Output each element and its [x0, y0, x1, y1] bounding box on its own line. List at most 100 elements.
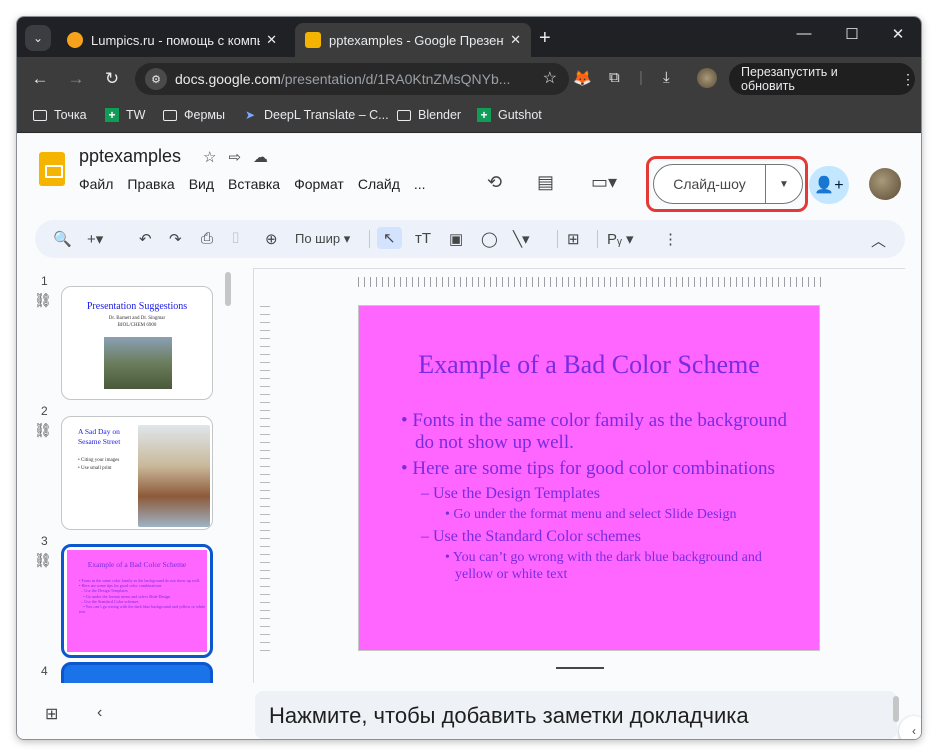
browser-toolbar: ← → ↻ ⚙ docs.google.com/presentation/d/1… [17, 57, 921, 101]
move-folder-icon[interactable]: ⇨ [228, 149, 241, 166]
comments-icon[interactable]: ▤ [537, 172, 554, 193]
new-tab-button[interactable]: + [539, 27, 551, 50]
menu-file[interactable]: Файл [79, 176, 113, 192]
maximize-button[interactable]: ☐ [837, 25, 867, 43]
comment-add-icon[interactable]: ⊞ [567, 230, 580, 248]
redo-icon[interactable]: ↷ [169, 230, 182, 248]
slides-logo-icon[interactable] [39, 152, 65, 186]
download-icon[interactable]: ⤓ [663, 69, 670, 86]
select-cursor-icon[interactable]: ↖ [377, 227, 402, 249]
current-slide[interactable]: Example of a Bad Color Scheme • Fonts in… [358, 305, 820, 651]
bookmark-blender[interactable]: Blender [397, 108, 461, 122]
thumb-title: A Sad Day on Sesame Street [78, 427, 121, 446]
site-info-icon[interactable]: ⚙ [145, 68, 167, 90]
tab-lumpics[interactable]: Lumpics.ru - помощь с компьют ✕ [57, 23, 287, 57]
divider [369, 230, 370, 248]
tab-search-button[interactable]: ⌄ [25, 25, 51, 51]
grid-view-icon[interactable]: ⊞ [45, 704, 58, 724]
chevron-down-icon[interactable]: ▼ [766, 179, 802, 190]
chevron-left-icon[interactable]: ‹ [97, 704, 102, 722]
notes-scrollbar[interactable] [893, 696, 899, 722]
profile-avatar[interactable] [697, 68, 717, 88]
slide-canvas: Example of a Bad Color Scheme • Fonts in… [253, 268, 905, 683]
new-slide-icon[interactable]: +▾ [87, 230, 103, 248]
extensions-icon[interactable]: ⧉ [609, 69, 620, 86]
back-icon[interactable]: ← [29, 69, 51, 89]
divider [597, 230, 598, 248]
slideshow-label[interactable]: Слайд-шоу [654, 165, 766, 203]
folder-icon [33, 109, 47, 121]
menu-more[interactable]: ... [414, 176, 426, 192]
avatar[interactable] [869, 168, 901, 200]
url-text[interactable]: docs.google.com/presentation/d/1RA0KtnZM… [175, 71, 525, 87]
slide-body[interactable]: • Fonts in the same color family as the … [401, 410, 801, 587]
close-window-button[interactable]: ✕ [883, 25, 913, 43]
search-icon[interactable]: 🔍 [53, 230, 72, 248]
slide-thumbnail-3[interactable]: Example of a Bad Color Scheme • Fonts in… [61, 544, 213, 658]
side-panel-toggle-icon[interactable]: ‹ [899, 716, 921, 739]
slide-thumbnail-2[interactable]: A Sad Day on Sesame Street • Citing your… [61, 416, 213, 530]
forward-icon[interactable]: → [65, 69, 87, 89]
star-icon[interactable]: ☆ [203, 149, 216, 166]
slide-title[interactable]: Example of a Bad Color Scheme [359, 350, 819, 380]
slides-favicon-icon [305, 32, 321, 48]
tab-title: pptexamples - Google Презентац [329, 32, 504, 48]
share-button[interactable]: 👤+ [809, 166, 849, 204]
cloud-status-icon[interactable]: ☁ [253, 149, 268, 166]
plus-icon: + [105, 108, 119, 122]
undo-icon[interactable]: ↶ [139, 230, 152, 248]
close-tab-icon[interactable]: ✕ [510, 32, 521, 48]
bookmark-fermy[interactable]: Фермы [163, 108, 225, 122]
reload-icon[interactable]: ↻ [101, 69, 123, 89]
filmstrip-scrollbar[interactable] [225, 272, 231, 306]
doc-title[interactable]: pptexamples [79, 146, 181, 167]
slide-number: 1 [41, 274, 48, 288]
slides-app: pptexamples ☆ ⇨ ☁ Файл Правка Вид Вставка … [17, 134, 921, 739]
menu-insert[interactable]: Вставка [228, 176, 280, 192]
bookmark-tochka[interactable]: Точка [33, 108, 87, 122]
address-bar[interactable]: ⚙ docs.google.com/presentation/d/1RA0Ktn… [135, 63, 569, 95]
tab-pptexamples[interactable]: pptexamples - Google Презентац ✕ [295, 23, 531, 57]
zoom-icon[interactable]: ⊕ [265, 230, 278, 248]
shape-icon[interactable]: ◯ [481, 230, 498, 248]
divider: | [639, 69, 643, 86]
menu-slide[interactable]: Слайд [358, 176, 400, 192]
link-icon: ⛓ [34, 422, 52, 438]
slide-thumbnail-4[interactable] [61, 662, 213, 683]
menu-bar: Файл Правка Вид Вставка Формат Слайд ... [79, 176, 426, 192]
paint-format-icon[interactable]: ⌷ [231, 230, 240, 247]
bookmark-gutshot[interactable]: + Gutshot [477, 108, 542, 122]
thumb-body: • Fonts in the same color family as the … [79, 578, 206, 615]
thumb-photo [104, 337, 172, 389]
bookmark-star-icon[interactable]: ☆ [543, 68, 557, 88]
vertical-ruler[interactable] [260, 305, 270, 651]
history-icon[interactable]: ⟲ [487, 172, 502, 193]
print-icon[interactable]: ⎙ [201, 230, 213, 247]
more-tools-icon[interactable]: ⋮ [663, 230, 678, 248]
collapse-toolbar-icon[interactable]: ︿ [871, 230, 886, 251]
menu-format[interactable]: Формат [294, 176, 344, 192]
metamask-icon[interactable]: 🦊 [573, 69, 592, 87]
font-picker-icon[interactable]: Pᵧ ▾ [607, 230, 634, 248]
line-icon[interactable]: ╲▾ [513, 230, 530, 248]
horizontal-ruler[interactable] [358, 277, 826, 287]
notes-resize-handle[interactable] [556, 667, 604, 669]
speaker-notes[interactable]: Нажмите, чтобы добавить заметки докладчи… [255, 691, 897, 739]
menu-edit[interactable]: Правка [127, 176, 174, 192]
image-icon[interactable]: ▣ [449, 230, 463, 248]
minimize-button[interactable]: — [789, 25, 819, 42]
slide-filmstrip: 1 ⛓ Presentation Suggestions Dr. Barnett… [17, 268, 245, 683]
slideshow-button[interactable]: Слайд-шоу ▼ [653, 164, 803, 204]
menu-view[interactable]: Вид [189, 176, 214, 192]
divider [557, 230, 558, 248]
slide-thumbnail-1[interactable]: Presentation Suggestions Dr. Barnett and… [61, 286, 213, 400]
restart-update-button[interactable]: Перезапустить и обновить ⋮ [729, 63, 915, 95]
bookmark-deepl[interactable]: ➤ DeepL Translate – C... [245, 108, 389, 122]
meet-video-icon[interactable]: ▭▾ [591, 172, 617, 193]
bookmark-tw[interactable]: + TW [105, 108, 145, 122]
more-menu-icon[interactable]: ⋮ [901, 71, 915, 88]
text-box-icon[interactable]: ᴛT [415, 230, 431, 247]
close-tab-icon[interactable]: ✕ [266, 32, 277, 48]
zoom-select[interactable]: По шир ▾ [295, 231, 350, 247]
plus-icon: + [477, 108, 491, 122]
